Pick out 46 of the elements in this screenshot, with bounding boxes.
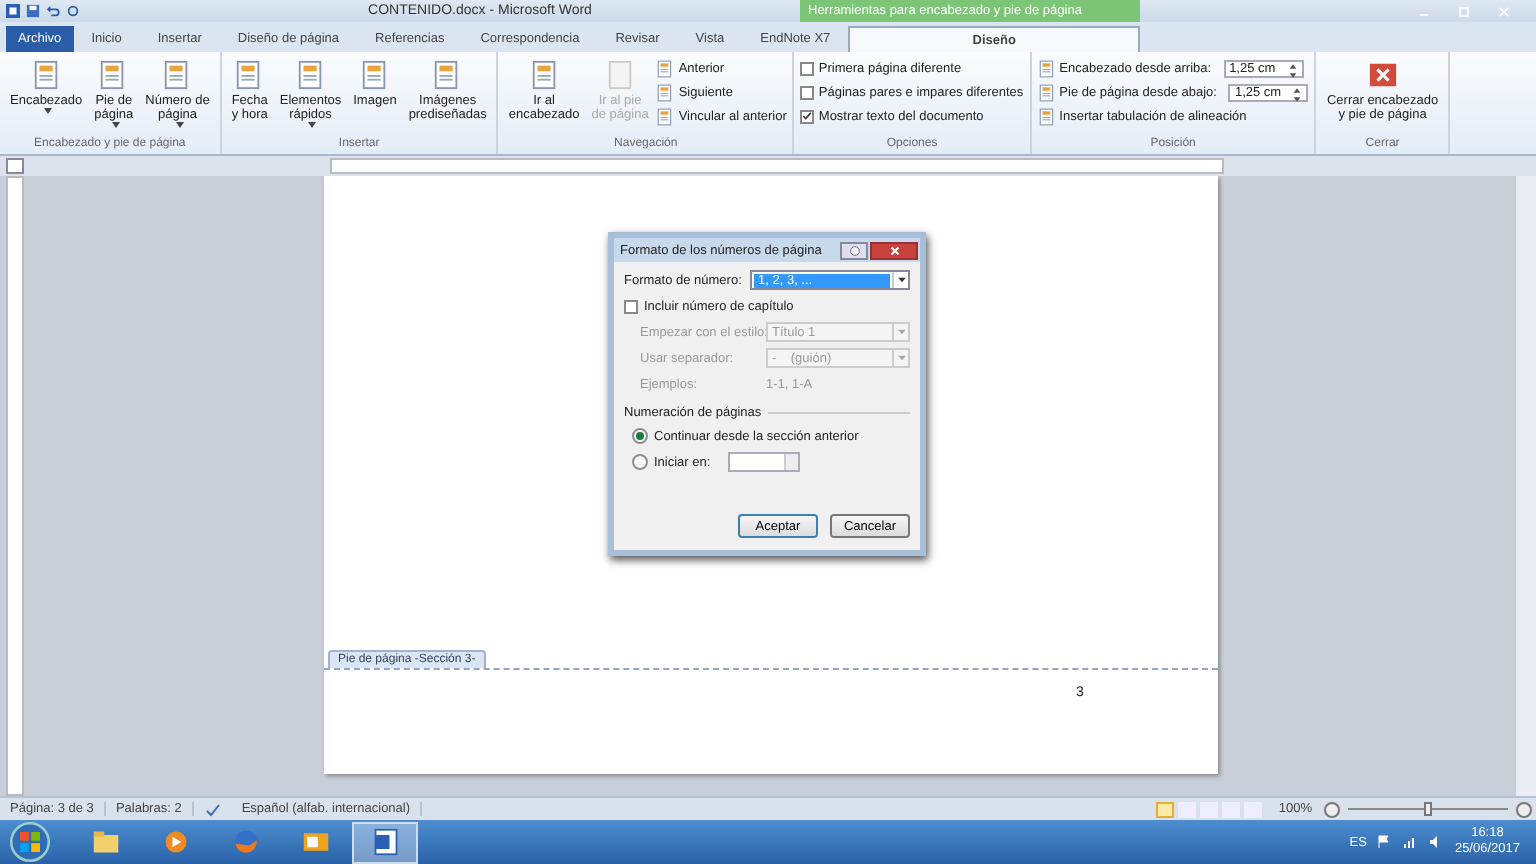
dropdown-arrow-icon bbox=[895, 352, 907, 364]
signal-icon[interactable] bbox=[1402, 834, 1419, 850]
close-icon bbox=[1367, 58, 1398, 92]
proofing-icon[interactable] bbox=[203, 801, 222, 817]
document-icon bbox=[295, 58, 326, 92]
document-icon bbox=[371, 828, 399, 856]
close-button[interactable] bbox=[870, 241, 918, 259]
checkbox[interactable] bbox=[800, 109, 815, 123]
dropdown-arrow-icon bbox=[895, 274, 907, 286]
spin-field[interactable] bbox=[728, 452, 801, 472]
radio-button[interactable] bbox=[632, 428, 648, 444]
check-icon bbox=[802, 110, 813, 122]
document-icon bbox=[529, 58, 560, 92]
document-icon bbox=[1037, 59, 1056, 77]
document-icon bbox=[605, 58, 636, 92]
checkbox[interactable] bbox=[800, 61, 815, 75]
document-icon bbox=[1037, 107, 1056, 125]
flag-icon[interactable] bbox=[1376, 834, 1393, 850]
document-icon bbox=[234, 58, 265, 92]
tab-selector[interactable] bbox=[6, 158, 24, 174]
document-icon bbox=[162, 58, 193, 92]
document-icon bbox=[656, 59, 675, 77]
save-icon[interactable] bbox=[26, 4, 40, 18]
checkbox[interactable] bbox=[800, 85, 815, 99]
globe-icon bbox=[231, 828, 259, 856]
folder-icon bbox=[91, 828, 119, 856]
start-button-icon[interactable] bbox=[10, 822, 50, 862]
document-icon bbox=[656, 107, 675, 125]
scrollbar[interactable] bbox=[1514, 176, 1536, 796]
radio-button[interactable] bbox=[632, 454, 648, 470]
dropdown-arrow-icon bbox=[895, 326, 907, 338]
document-icon bbox=[432, 58, 463, 92]
document-icon bbox=[98, 58, 129, 92]
checkbox[interactable] bbox=[624, 299, 638, 313]
slider-thumb[interactable] bbox=[1424, 802, 1432, 816]
document-icon bbox=[656, 83, 675, 101]
document-icon bbox=[31, 58, 62, 92]
play-icon bbox=[161, 828, 189, 856]
document-icon bbox=[1037, 83, 1056, 101]
zoom-in-button[interactable] bbox=[1516, 801, 1532, 817]
document-icon bbox=[359, 58, 390, 92]
taskbar-button[interactable] bbox=[352, 821, 418, 863]
undo-icon[interactable] bbox=[46, 4, 60, 18]
zoom-out-button[interactable] bbox=[1324, 801, 1340, 817]
help-button[interactable] bbox=[840, 241, 868, 259]
close-icon bbox=[887, 243, 901, 257]
